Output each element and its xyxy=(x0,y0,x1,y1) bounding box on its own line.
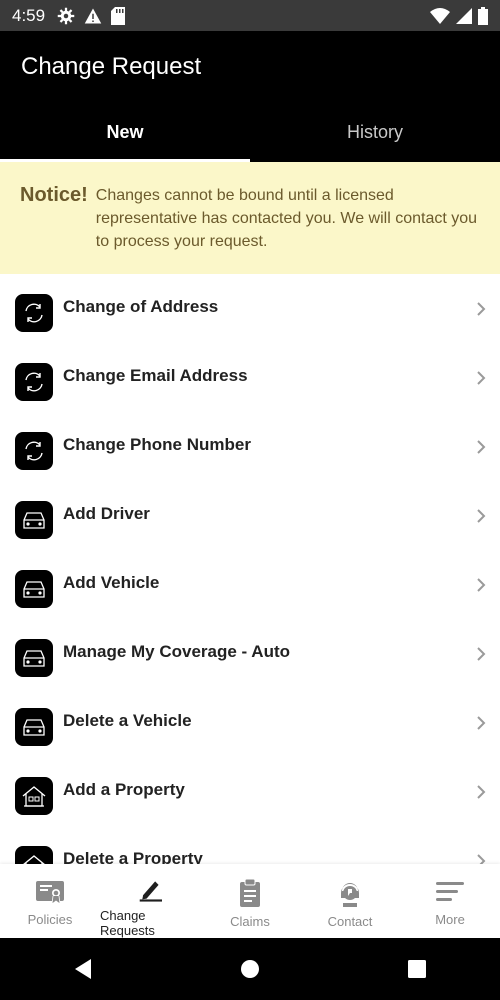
car-icon xyxy=(15,501,53,539)
status-bar: 4:59 xyxy=(0,0,500,31)
chevron-right-icon xyxy=(477,302,486,316)
tab-history[interactable]: History xyxy=(250,103,500,162)
list-item-label: Delete a Vehicle xyxy=(63,711,192,730)
recents-square-icon xyxy=(407,960,426,978)
change-request-list: Change of Address Change Email Address C… xyxy=(0,274,500,864)
list-item-label: Manage My Coverage - Auto xyxy=(63,642,291,661)
recents-button[interactable] xyxy=(387,949,447,989)
clipboard-icon xyxy=(240,878,260,907)
battery-icon xyxy=(478,6,488,25)
policy-certificate-icon xyxy=(36,881,64,905)
tab-new[interactable]: New xyxy=(0,103,250,162)
list-item-change-phone-number[interactable]: Change Phone Number xyxy=(0,412,500,481)
list-item-add-driver[interactable]: Add Driver xyxy=(0,481,500,550)
nav-label: Policies xyxy=(27,912,73,927)
nav-more[interactable]: More xyxy=(400,864,500,938)
nav-claims[interactable]: Claims xyxy=(200,864,300,938)
list-item-change-of-address[interactable]: Change of Address xyxy=(0,274,500,343)
warning-icon xyxy=(84,8,102,23)
notice-banner: Notice! Changes cannot be bound until a … xyxy=(0,162,500,274)
list-item-add-vehicle[interactable]: Add Vehicle xyxy=(0,550,500,619)
nav-label: Claims xyxy=(230,914,270,929)
list-item-label: Change Email Address xyxy=(63,366,248,385)
page-title: Change Request xyxy=(21,53,202,80)
support-agent-icon xyxy=(341,883,359,907)
list-item-label: Add a Property xyxy=(63,780,185,799)
car-icon xyxy=(15,708,53,746)
chevron-right-icon xyxy=(477,440,486,454)
chevron-right-icon xyxy=(477,509,486,523)
nav-change-requests[interactable]: Change Requests xyxy=(100,864,200,938)
home-circle-icon xyxy=(240,960,259,978)
tab-bar: New History xyxy=(0,103,500,162)
nav-contact[interactable]: Contact xyxy=(300,864,400,938)
list-item-label: Delete a Property xyxy=(63,849,203,864)
list-item-label: Change Phone Number xyxy=(63,435,251,454)
house-icon xyxy=(15,846,53,864)
sd-card-icon xyxy=(111,6,126,25)
house-icon xyxy=(15,777,53,815)
refresh-icon xyxy=(15,432,53,470)
list-item-add-property[interactable]: Add a Property xyxy=(0,757,500,826)
refresh-icon xyxy=(15,294,53,332)
menu-lines-icon xyxy=(436,882,464,901)
pen-icon xyxy=(139,881,162,902)
nav-label: Change Requests xyxy=(100,908,155,938)
wifi-icon xyxy=(430,7,450,24)
chevron-right-icon xyxy=(477,785,486,799)
list-item-delete-property[interactable]: Delete a Property xyxy=(0,826,500,864)
back-triangle-icon xyxy=(75,959,92,979)
list-item-label: Change of Address xyxy=(63,297,219,316)
list-item-label: Add Driver xyxy=(63,504,150,523)
refresh-icon xyxy=(15,363,53,401)
list-item-change-email-address[interactable]: Change Email Address xyxy=(0,343,500,412)
system-nav-bar xyxy=(0,938,500,1000)
bottom-nav: Policies Change Requests Claims Contact … xyxy=(0,864,500,938)
notice-text: Changes cannot be bound until a licensed… xyxy=(95,187,478,250)
home-button[interactable] xyxy=(220,949,280,989)
chevron-right-icon xyxy=(477,371,486,385)
list-item-manage-coverage-auto[interactable]: Manage My Coverage - Auto xyxy=(0,619,500,688)
car-icon xyxy=(15,570,53,608)
nav-policies[interactable]: Policies xyxy=(0,864,100,938)
chevron-right-icon xyxy=(477,716,486,730)
car-icon xyxy=(15,639,53,677)
notice-title: Notice! xyxy=(20,184,88,206)
nav-label: More xyxy=(435,912,465,927)
app-bar: Change Request New History xyxy=(0,31,500,162)
list-item-delete-vehicle[interactable]: Delete a Vehicle xyxy=(0,688,500,757)
settings-icon xyxy=(57,7,75,24)
list-item-label: Add Vehicle xyxy=(63,573,160,592)
chevron-right-icon xyxy=(477,854,486,864)
signal-icon xyxy=(456,7,472,24)
back-button[interactable] xyxy=(53,949,113,989)
chevron-right-icon xyxy=(477,647,486,661)
status-time: 4:59 xyxy=(12,5,46,25)
chevron-right-icon xyxy=(477,578,486,592)
nav-label: Contact xyxy=(327,914,373,929)
